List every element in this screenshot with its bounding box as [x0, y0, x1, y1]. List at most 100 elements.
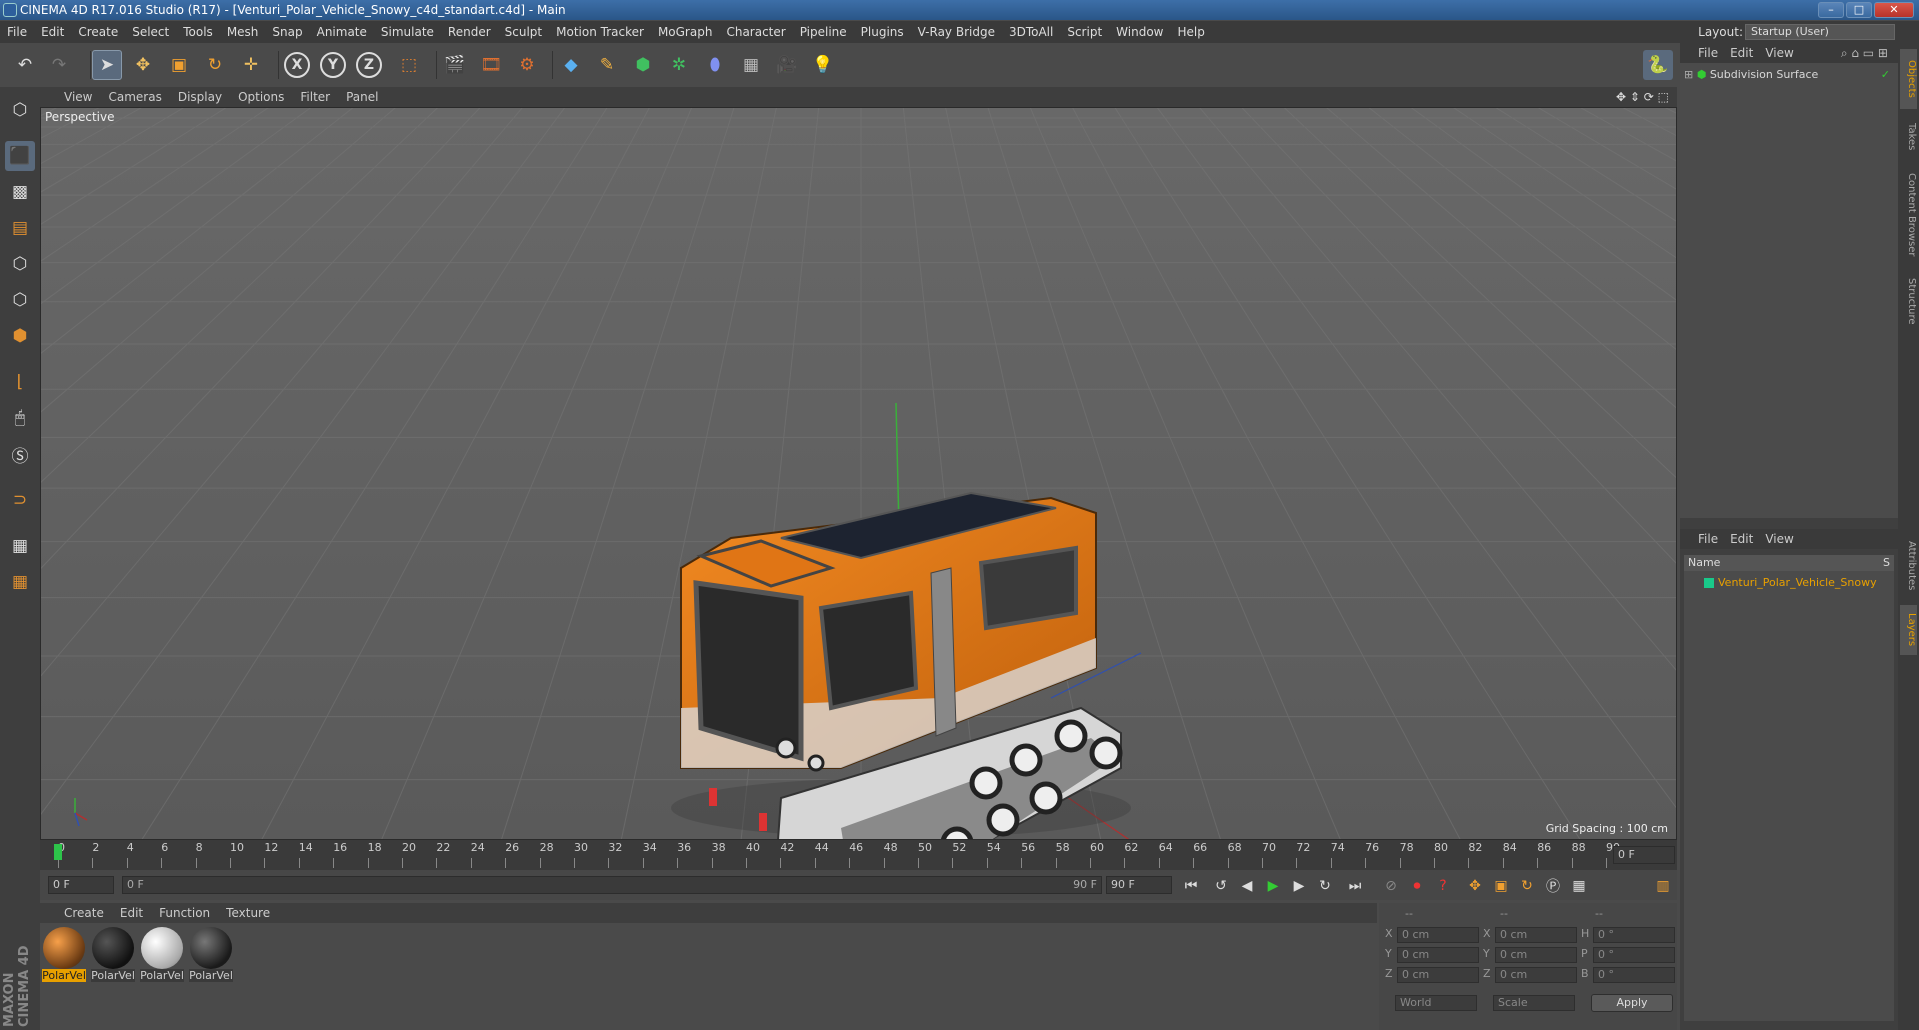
tab-takes[interactable]: Takes	[1900, 115, 1917, 159]
move-tool-icon[interactable]: ✥	[128, 50, 158, 80]
tab-attributes[interactable]: Attributes	[1900, 531, 1917, 601]
material-swatch[interactable]: PolarVel	[140, 927, 184, 985]
previous-key-icon[interactable]: ↺	[1210, 875, 1232, 897]
menu-create[interactable]: Create	[71, 21, 125, 43]
play-icon[interactable]: ▶	[1262, 875, 1284, 897]
viewport-nav-icons[interactable]: ✥ ⇕ ⟳ ⬚	[1616, 87, 1669, 107]
menu-render[interactable]: Render	[441, 21, 498, 43]
scale-tool-icon[interactable]: ▣	[164, 50, 194, 80]
python-script-icon[interactable]: 🐍	[1643, 50, 1673, 80]
object-menu-file[interactable]: File	[1692, 43, 1724, 63]
expand-icon[interactable]: ⊞	[1684, 68, 1693, 81]
select-arrow-icon[interactable]: ➤	[92, 50, 122, 80]
rotation-p-field[interactable]: 0 °	[1593, 947, 1675, 963]
edges-mode-icon[interactable]: ⬡	[5, 285, 35, 315]
viewport-menu-display[interactable]: Display	[170, 87, 230, 107]
next-key-icon[interactable]: ↻	[1314, 875, 1336, 897]
tab-structure[interactable]: Structure	[1900, 271, 1917, 331]
menu-mesh[interactable]: Mesh	[220, 21, 266, 43]
menu-animate[interactable]: Animate	[310, 21, 374, 43]
layer-menu-edit[interactable]: Edit	[1724, 529, 1759, 549]
viewport-menu-panel[interactable]: Panel	[338, 87, 386, 107]
size-x-field[interactable]: 0 cm	[1495, 927, 1577, 943]
key-position-icon[interactable]: ✥	[1464, 875, 1486, 897]
deformer-icon[interactable]: ⬮	[700, 50, 730, 80]
next-frame-icon[interactable]: ▶	[1288, 875, 1310, 897]
menu-motion-tracker[interactable]: Motion Tracker	[549, 21, 651, 43]
go-to-start-icon[interactable]: ⏮	[1180, 875, 1202, 897]
material-swatch[interactable]: PolarVel	[42, 927, 86, 985]
layer-menu-file[interactable]: File	[1692, 529, 1724, 549]
material-menu-create[interactable]: Create	[56, 903, 112, 923]
size-y-field[interactable]: 0 cm	[1495, 947, 1577, 963]
object-visibility-icon[interactable]: ✓	[1881, 67, 1890, 83]
cube-primitive-icon[interactable]: ◆	[556, 50, 586, 80]
menu-select[interactable]: Select	[125, 21, 176, 43]
frame-range-slider[interactable]: 0 F 90 F	[122, 876, 1102, 894]
perspective-viewport[interactable]: Perspective Grid Spacing : 100 cm	[40, 107, 1677, 840]
subdivision-surface-icon[interactable]: ⬢	[628, 50, 658, 80]
object-manager-tools-icon[interactable]: ⌕ ⌂ ▭ ⊞	[1835, 43, 1894, 63]
undo-icon[interactable]: ↶	[10, 50, 40, 80]
menu-edit[interactable]: Edit	[34, 21, 71, 43]
current-frame-field[interactable]: 0 F	[1613, 846, 1675, 864]
go-to-end-icon[interactable]: ⏭	[1344, 875, 1366, 897]
menu-vray-bridge[interactable]: V-Ray Bridge	[911, 21, 1002, 43]
material-swatch[interactable]: PolarVel	[189, 927, 233, 985]
playhead[interactable]	[54, 844, 62, 860]
spline-pen-icon[interactable]: ✎	[592, 50, 622, 80]
viewport-menu-filter[interactable]: Filter	[292, 87, 338, 107]
menu-plugins[interactable]: Plugins	[854, 21, 911, 43]
menu-simulate[interactable]: Simulate	[374, 21, 441, 43]
tab-objects[interactable]: Objects	[1900, 49, 1917, 109]
y-axis-lock-button[interactable]: Y	[320, 52, 346, 78]
layout-select[interactable]: Startup (User)	[1745, 24, 1895, 40]
autokey-icon[interactable]: ⏺	[1406, 875, 1428, 897]
snapping-icon[interactable]: Ⓢ	[5, 439, 35, 469]
close-button[interactable]: ✕	[1874, 2, 1914, 18]
record-keys-icon[interactable]: ⊘	[1380, 875, 1402, 897]
object-menu-view[interactable]: View	[1759, 43, 1799, 63]
viewport-menu-view[interactable]: View	[56, 87, 100, 107]
redo-icon[interactable]: ↷	[44, 50, 74, 80]
camera-icon[interactable]: 🎥	[772, 50, 802, 80]
tab-content-browser[interactable]: Content Browser	[1900, 165, 1917, 265]
viewport-menu-cameras[interactable]: Cameras	[100, 87, 169, 107]
key-scale-icon[interactable]: ▣	[1490, 875, 1512, 897]
position-x-field[interactable]: 0 cm	[1397, 927, 1479, 943]
array-generator-icon[interactable]: ✲	[664, 50, 694, 80]
tweak-mode-icon[interactable]: 🖱	[5, 403, 35, 433]
render-picture-viewer-icon[interactable]: 🎞	[476, 50, 506, 80]
floor-object-icon[interactable]: ▦	[736, 50, 766, 80]
position-y-field[interactable]: 0 cm	[1397, 947, 1479, 963]
coordinate-space-select[interactable]: World	[1395, 995, 1477, 1011]
texture-mode-icon[interactable]: ▩	[5, 177, 35, 207]
points-mode-icon[interactable]: ⬡	[5, 249, 35, 279]
timeline-ruler[interactable]: 0246810121416182022242628303234363840424…	[40, 840, 1677, 870]
menu-tools[interactable]: Tools	[176, 21, 220, 43]
key-rotation-icon[interactable]: ↻	[1516, 875, 1538, 897]
tab-layers[interactable]: Layers	[1900, 605, 1917, 655]
menu-sculpt[interactable]: Sculpt	[498, 21, 549, 43]
axis-mode-icon[interactable]: ⌊	[5, 367, 35, 397]
apply-button[interactable]: Apply	[1591, 994, 1673, 1012]
rotation-h-field[interactable]: 0 °	[1593, 927, 1675, 943]
object-menu-edit[interactable]: Edit	[1724, 43, 1759, 63]
previous-frame-icon[interactable]: ◀	[1236, 875, 1258, 897]
timeline-window-icon[interactable]: ▥	[1652, 875, 1674, 897]
position-z-field[interactable]: 0 cm	[1397, 967, 1479, 983]
model-mode-icon[interactable]: ⬛	[5, 141, 35, 171]
coordinate-mode-select[interactable]: Scale	[1493, 995, 1575, 1011]
menu-pipeline[interactable]: Pipeline	[793, 21, 854, 43]
transform-tool-icon[interactable]: ✛	[236, 50, 266, 80]
key-parameter-icon[interactable]: Ⓟ	[1542, 875, 1564, 897]
lock-workplane-icon[interactable]: ▦	[5, 531, 35, 561]
object-name[interactable]: Subdivision Surface	[1710, 68, 1818, 81]
render-view-icon[interactable]: 🎬	[440, 50, 470, 80]
start-frame-field[interactable]: 0 F	[48, 876, 114, 894]
x-axis-lock-button[interactable]: X	[284, 52, 310, 78]
z-axis-lock-button[interactable]: Z	[356, 52, 382, 78]
menu-3dtoall[interactable]: 3DToAll	[1002, 21, 1060, 43]
layer-name[interactable]: Venturi_Polar_Vehicle_Snowy	[1718, 575, 1877, 591]
planar-workplane-icon[interactable]: ▦	[5, 567, 35, 597]
